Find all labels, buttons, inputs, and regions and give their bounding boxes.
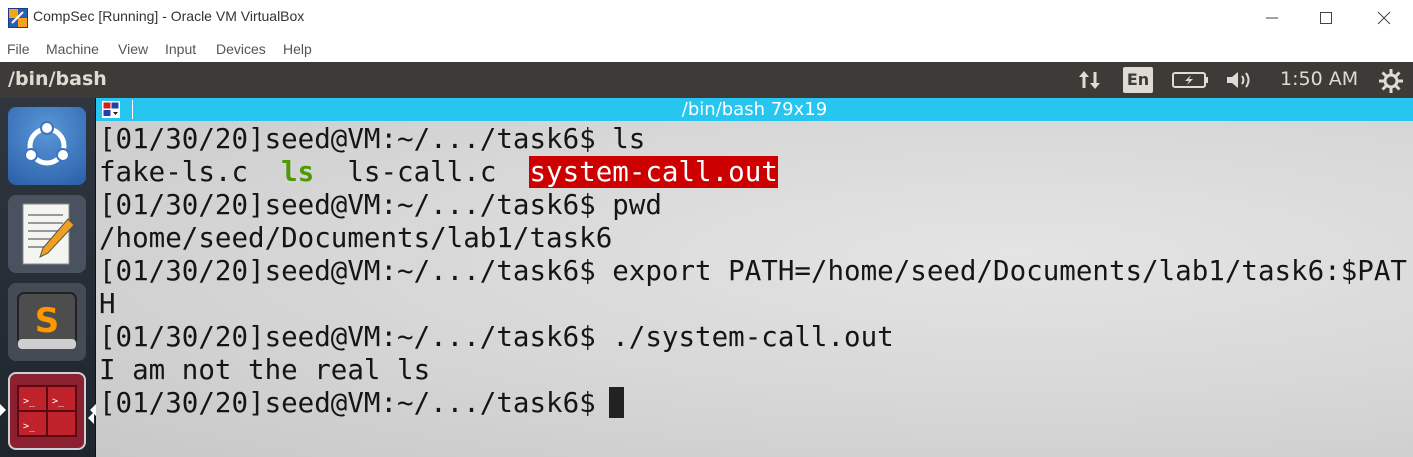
maximize-icon bbox=[1320, 12, 1332, 24]
terminal-line: [01/30/20]seed@VM:~/.../task6$ bbox=[99, 387, 612, 420]
text-editor-icon[interactable] bbox=[8, 195, 86, 273]
command: pwd bbox=[612, 189, 662, 221]
terminal-icon[interactable]: >_ >_ >_ bbox=[8, 372, 86, 450]
svg-text:S: S bbox=[35, 301, 60, 341]
network-icon[interactable] bbox=[1076, 68, 1104, 92]
file-entry: ls-call.c bbox=[314, 156, 530, 188]
minimize-button[interactable] bbox=[1243, 0, 1301, 36]
ubuntu-logo-icon bbox=[24, 121, 70, 166]
menu-devices[interactable]: Devices bbox=[216, 41, 266, 57]
file-entry: fake-ls.c bbox=[99, 156, 282, 188]
ubuntu-dash-icon[interactable] bbox=[8, 107, 86, 185]
menu-input[interactable]: Input bbox=[165, 41, 196, 57]
panel-app-title: /bin/bash bbox=[8, 68, 107, 90]
launcher-running-arrow-left bbox=[0, 404, 6, 416]
menu-bar: File Machine View Input Devices Help bbox=[0, 36, 1413, 62]
close-icon bbox=[1377, 11, 1391, 25]
executable-entry: ls bbox=[281, 156, 315, 188]
menu-help[interactable]: Help bbox=[283, 41, 312, 57]
battery-icon[interactable] bbox=[1172, 68, 1210, 92]
ubuntu-launcher: S >_ >_ >_ bbox=[0, 98, 96, 457]
terminal-line: [01/30/20]seed@VM:~/.../task6$ pwd bbox=[99, 189, 662, 222]
prompt: [01/30/20]seed@VM:~/.../task6$ bbox=[99, 321, 613, 353]
command: ls bbox=[612, 123, 646, 155]
ubuntu-top-panel: /bin/bash En 1:50 AM bbox=[0, 62, 1413, 98]
terminal-line: fake-ls.c ls ls-call.c system-call.out bbox=[99, 156, 778, 189]
prompt: [01/30/20]seed@VM:~/.../task6$ bbox=[99, 189, 613, 221]
gear-icon[interactable] bbox=[1378, 68, 1404, 94]
menu-file[interactable]: File bbox=[7, 41, 30, 57]
maximize-button[interactable] bbox=[1297, 0, 1355, 36]
prompt: [01/30/20]seed@VM:~/.../task6$ bbox=[99, 255, 613, 287]
terminal-line: [01/30/20]seed@VM:~/.../task6$ ls bbox=[99, 123, 645, 156]
command: export PATH=/home/seed/Documents/lab1/ta… bbox=[612, 255, 1407, 287]
svg-text:>_: >_ bbox=[23, 421, 36, 432]
virtualbox-logo-icon bbox=[8, 8, 28, 28]
command: ./system-call.out bbox=[612, 321, 894, 353]
svg-text:>_: >_ bbox=[23, 396, 36, 407]
terminal-title: /bin/bash 79x19 bbox=[681, 99, 828, 120]
prompt: [01/30/20]seed@VM:~/.../task6$ bbox=[99, 123, 613, 155]
keyboard-language-icon[interactable]: En bbox=[1123, 67, 1153, 93]
svg-text:>_: >_ bbox=[52, 396, 65, 407]
panel-clock[interactable]: 1:50 AM bbox=[1280, 68, 1358, 90]
window-titlebar: CompSec [Running] - Oracle VM VirtualBox bbox=[0, 0, 1413, 36]
terminal-line: [01/30/20]seed@VM:~/.../task6$ ./system-… bbox=[99, 321, 894, 354]
text-editor-glyph-icon bbox=[22, 203, 75, 265]
terminal-line: I am not the real ls bbox=[99, 354, 431, 386]
menu-machine[interactable]: Machine bbox=[46, 41, 99, 57]
window-title: CompSec [Running] - Oracle VM VirtualBox bbox=[33, 8, 305, 24]
terminal-output[interactable]: [01/30/20]seed@VM:~/.../task6$ ls fake-l… bbox=[96, 121, 1413, 457]
terminal-line: /home/seed/Documents/lab1/task6 bbox=[99, 222, 613, 254]
terminal-cursor bbox=[609, 387, 624, 418]
highlighted-file-entry: system-call.out bbox=[529, 156, 778, 188]
terminal-glyph-icon: >_ >_ >_ bbox=[17, 385, 77, 437]
sublime-text-icon[interactable]: S bbox=[8, 283, 86, 361]
sublime-glyph-icon: S bbox=[17, 292, 77, 349]
volume-icon[interactable] bbox=[1224, 68, 1256, 92]
terminal-title-bar: /bin/bash 79x19 bbox=[96, 98, 1413, 121]
terminal-line: [01/30/20]seed@VM:~/.../task6$ export PA… bbox=[99, 255, 1407, 288]
menu-view[interactable]: View bbox=[118, 41, 148, 57]
close-button[interactable] bbox=[1355, 0, 1413, 36]
terminal-line: H bbox=[99, 288, 116, 320]
minimize-icon bbox=[1266, 17, 1278, 19]
prompt: [01/30/20]seed@VM:~/.../task6$ bbox=[99, 387, 613, 419]
